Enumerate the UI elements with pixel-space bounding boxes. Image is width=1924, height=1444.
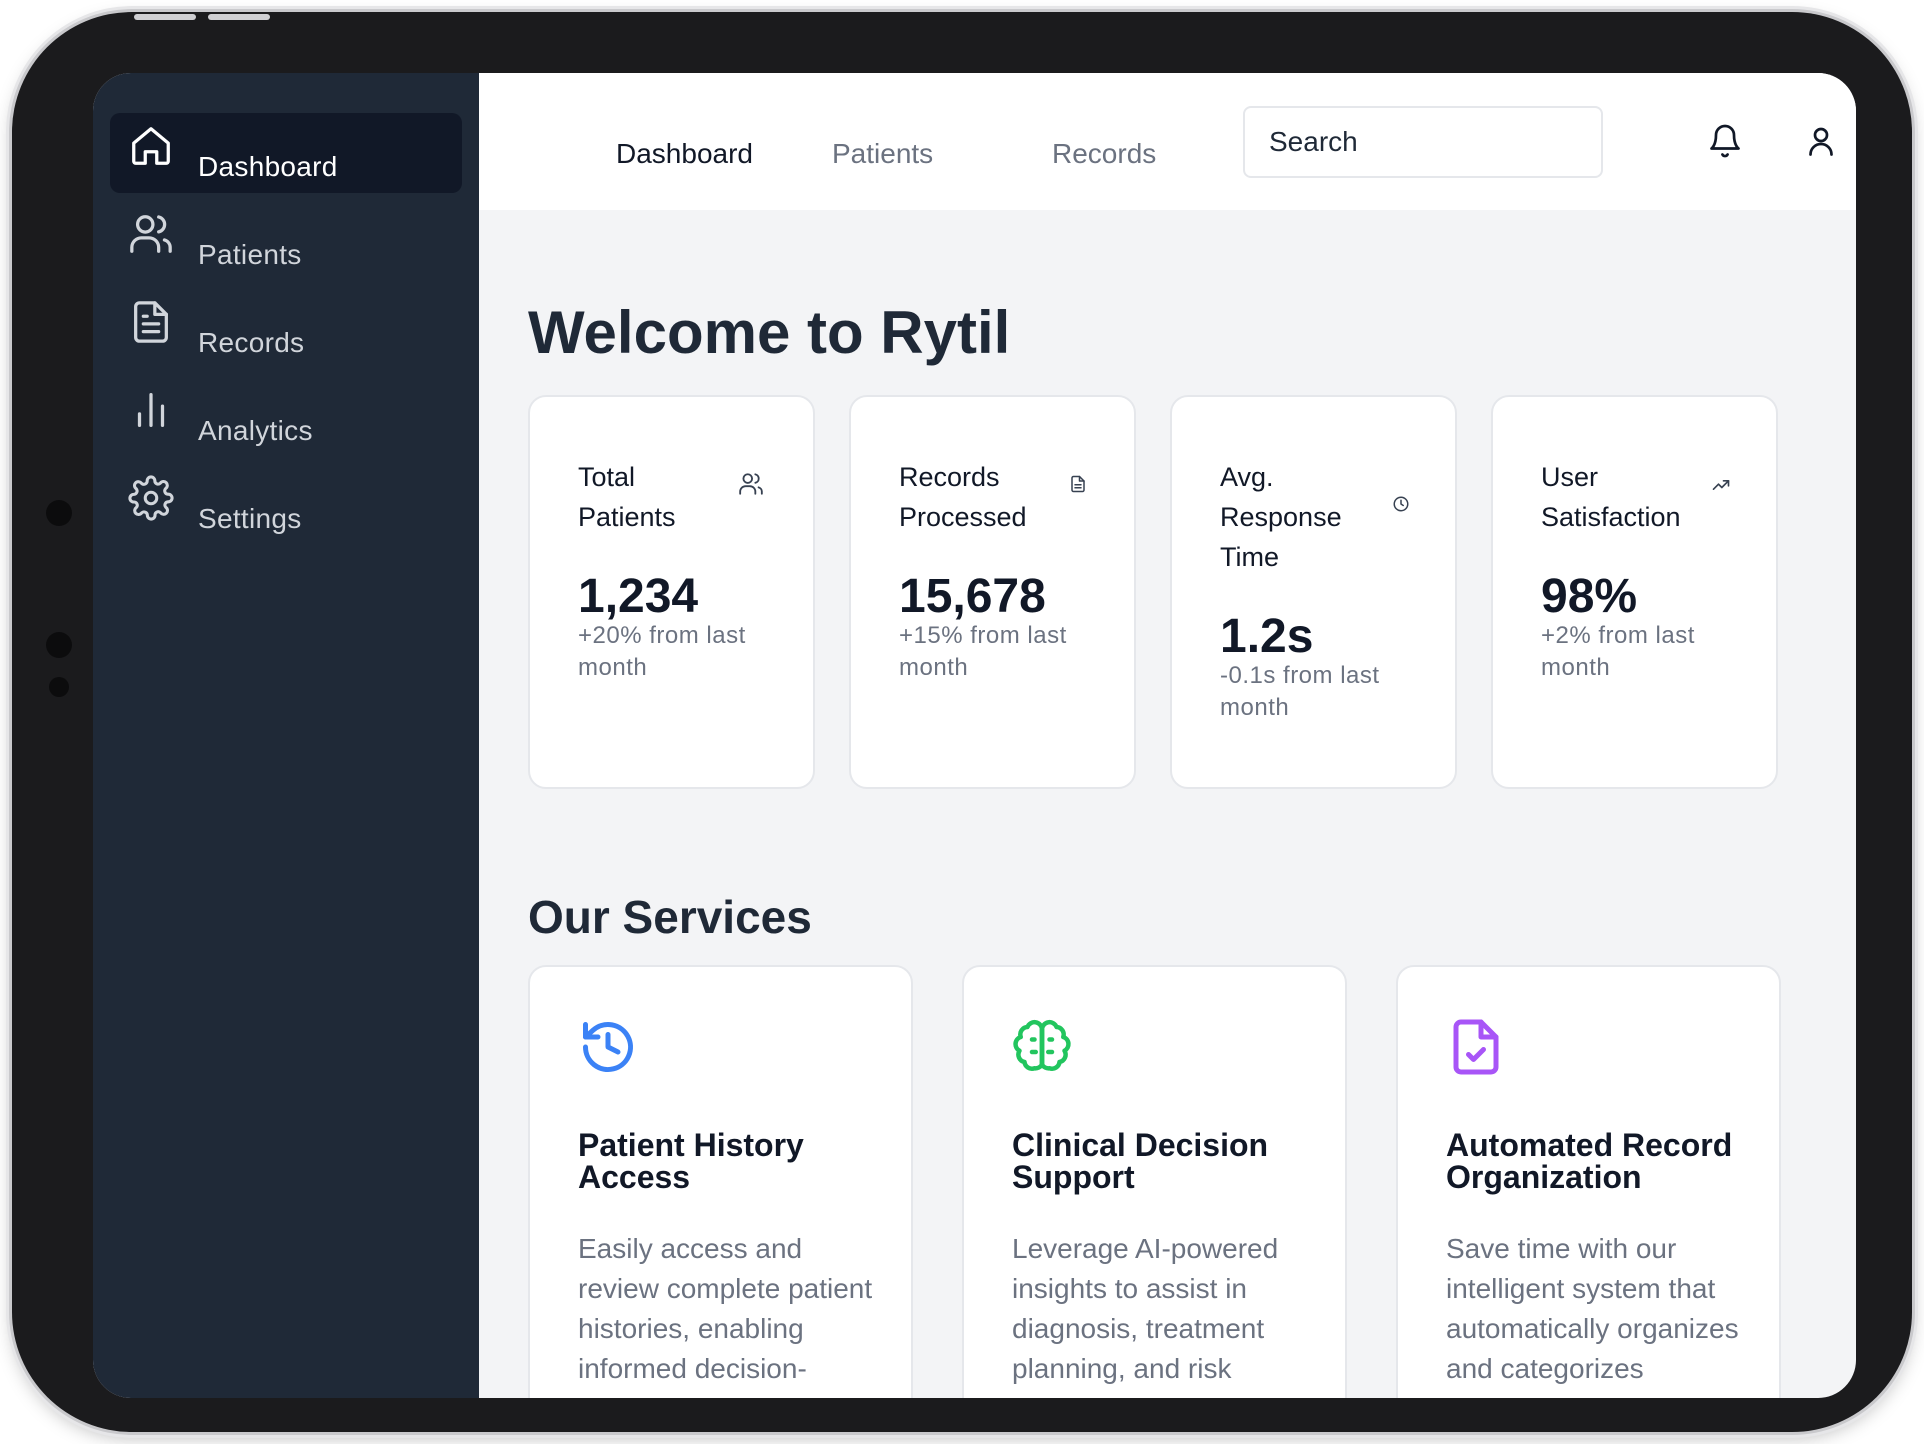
screen: Dashboard Patients Records Analytics Set… [93,73,1856,1398]
main-content: Welcome to Rytil Total Patients 1,234 +2… [479,210,1856,1398]
sidebar: Dashboard Patients Records Analytics Set… [93,73,479,1398]
bell-icon[interactable] [1707,123,1743,159]
stat-card-user-satisfaction: User Satisfaction 98% +2% from last mont… [1491,395,1778,789]
tablet-frame: Dashboard Patients Records Analytics Set… [12,12,1912,1432]
clock-icon [1392,495,1410,513]
stat-title: Records Processed [899,462,1027,532]
user-icon[interactable] [1803,123,1839,159]
service-card-automated-records[interactable]: Automated Record Organization Save time … [1396,965,1781,1398]
stat-change: -0.1s from last month [1220,662,1380,721]
camera-dot [46,500,72,526]
stat-card-total-patients: Total Patients 1,234 +20% from last mont… [528,395,815,789]
sidebar-item-label: Settings [198,503,302,534]
stat-value: 98% [1541,570,1638,623]
users-icon [128,211,174,257]
sidebar-item-patients[interactable]: Patients [110,201,462,281]
sidebar-item-analytics[interactable]: Analytics [110,377,462,457]
device-top-button [134,14,196,20]
stat-title: User Satisfaction [1541,462,1681,532]
sidebar-item-label: Analytics [198,415,313,446]
brain-icon [1012,1017,1072,1077]
service-description: Easily access and review complete patien… [578,1233,873,1398]
page-title: Welcome to Rytil [528,299,1011,366]
bar-chart-icon [128,387,174,433]
tab-dashboard[interactable]: Dashboard [616,138,753,170]
top-navigation-bar: Dashboard Patients Records [479,73,1856,210]
sidebar-item-label: Patients [198,239,302,270]
camera-dot [46,632,72,658]
sidebar-item-settings[interactable]: Settings [110,465,462,545]
stat-value: 15,678 [899,570,1046,623]
sidebar-item-label: Records [198,327,305,358]
service-card-patient-history[interactable]: Patient History Access Easily access and… [528,965,913,1398]
search-input[interactable] [1243,106,1603,178]
service-description: Save time with our intelligent system th… [1446,1233,1739,1398]
history-icon [578,1017,638,1077]
sidebar-item-records[interactable]: Records [110,289,462,369]
service-description: Leverage AI-powered insights to assist i… [1012,1233,1279,1398]
service-title: Automated Record Organization [1446,1127,1733,1195]
gear-icon [128,475,174,521]
home-icon [128,123,174,169]
tab-records[interactable]: Records [1052,138,1156,170]
stat-change: +2% from last month [1541,622,1695,681]
file-icon [1069,475,1087,493]
stat-value: 1,234 [578,570,699,623]
stat-title: Avg. Response Time [1220,462,1342,572]
stat-card-avg-response-time: Avg. Response Time 1.2s -0.1s from last … [1170,395,1457,789]
trending-up-icon [1711,475,1731,495]
stat-title: Total Patients [578,462,676,532]
stat-change: +15% from last month [899,622,1067,681]
services-heading: Our Services [528,891,812,943]
sidebar-item-dashboard[interactable]: Dashboard [110,113,462,193]
file-check-icon [1446,1017,1506,1077]
device-top-button [208,14,270,20]
service-title: Clinical Decision Support [1012,1127,1269,1195]
camera-dot [49,677,69,697]
service-title: Patient History Access [578,1127,804,1195]
stat-change: +20% from last month [578,622,746,681]
tab-patients[interactable]: Patients [832,138,933,170]
file-text-icon [128,299,174,345]
service-card-clinical-decision[interactable]: Clinical Decision Support Leverage AI-po… [962,965,1347,1398]
stat-card-records-processed: Records Processed 15,678 +15% from last … [849,395,1136,789]
sidebar-item-label: Dashboard [198,151,338,182]
users-icon [738,471,764,497]
stat-value: 1.2s [1220,610,1314,663]
